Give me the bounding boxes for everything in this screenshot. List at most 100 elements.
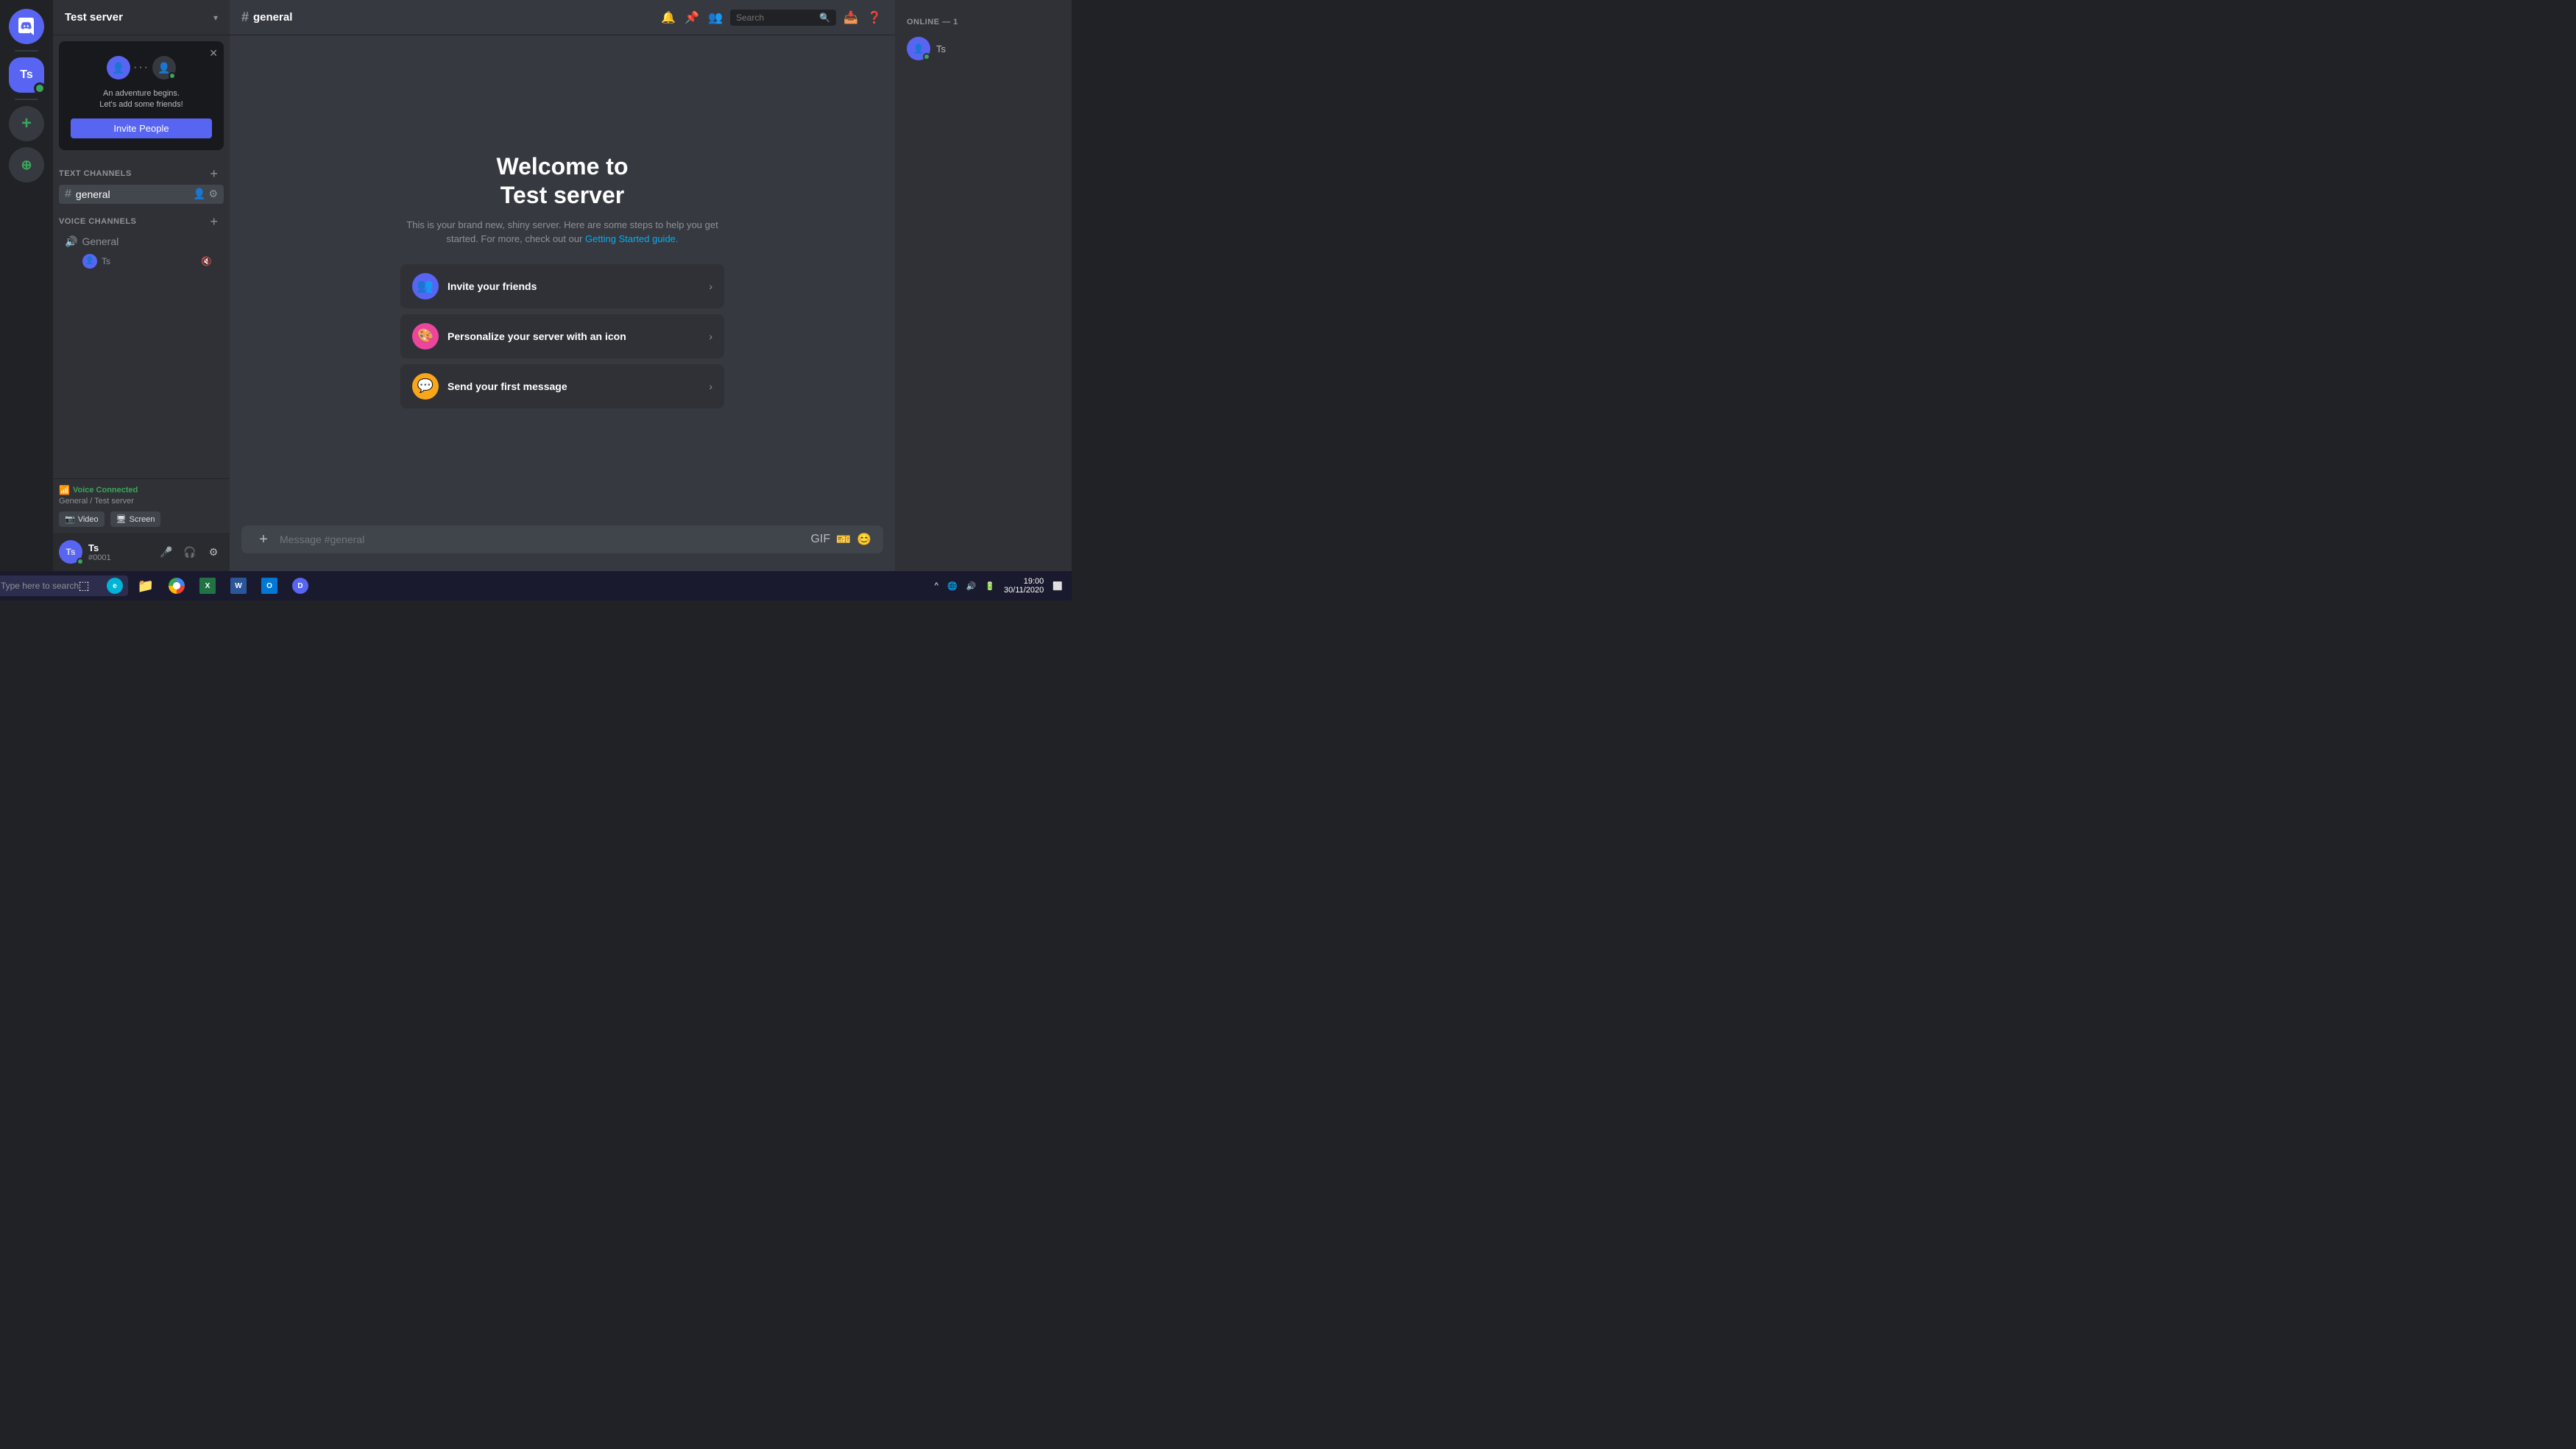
- voice-channels-header[interactable]: VOICE CHANNELS +: [53, 210, 230, 233]
- outlook-icon: O: [261, 578, 277, 594]
- send-message-icon: 💬: [412, 373, 439, 400]
- tray-battery[interactable]: 🔋: [982, 581, 998, 591]
- pin-icon[interactable]: 📌: [683, 9, 701, 26]
- send-message-chevron: ›: [709, 380, 712, 392]
- invite-dots: ···: [133, 61, 149, 74]
- user-info: Ts #0001: [88, 542, 150, 562]
- text-channels-header[interactable]: TEXT CHANNELS +: [53, 162, 230, 185]
- screen-icon: 🖥: [116, 514, 127, 524]
- search-box[interactable]: 🔍: [730, 10, 836, 26]
- taskbar-word[interactable]: W: [224, 571, 253, 600]
- add-text-channel-icon[interactable]: +: [210, 166, 218, 182]
- welcome-container: Welcome to Test server This is your bran…: [386, 138, 739, 423]
- taskbar-edge[interactable]: e: [100, 571, 130, 600]
- voice-connected-channel: General / Test server: [59, 497, 224, 506]
- voice-user-avatar: 👤: [82, 254, 97, 269]
- personalize-text: Personalize your server with an icon: [447, 330, 700, 342]
- user-avatar: Ts: [59, 540, 82, 564]
- voice-channels-label: VOICE CHANNELS: [59, 217, 136, 226]
- screen-button[interactable]: 🖥 Screen: [110, 511, 161, 527]
- sticker-icon[interactable]: 🎫: [836, 532, 851, 547]
- taskbar-excel[interactable]: X: [193, 571, 222, 600]
- user-bar: Ts Ts #0001 🎤 🎧 ⚙: [53, 533, 230, 571]
- taskbar-chrome[interactable]: [162, 571, 191, 600]
- video-icon: 📷: [65, 514, 75, 524]
- invite-popup-icons: 👤 ··· 👤: [71, 53, 212, 82]
- text-channels-section: TEXT CHANNELS + # general 👤 ⚙: [53, 162, 230, 204]
- invite-icon-1: 👤: [107, 56, 130, 79]
- notification-badge: [34, 82, 46, 94]
- voice-channel-row[interactable]: 🔊 General: [65, 233, 218, 251]
- mute-button[interactable]: 🎤: [156, 542, 177, 562]
- emoji-icon[interactable]: 😊: [857, 532, 871, 547]
- hashtag-header-icon: #: [241, 10, 249, 25]
- server-icon-test[interactable]: Ts: [9, 57, 44, 93]
- channel-item-general[interactable]: # general 👤 ⚙: [59, 185, 224, 204]
- tray-volume[interactable]: 🔊: [963, 581, 980, 591]
- taskbar-clock[interactable]: 19:00 30/11/2020: [998, 577, 1050, 595]
- message-input-box: + GIF 🎫 😊: [241, 525, 883, 553]
- taskbar-outlook[interactable]: O: [255, 571, 284, 600]
- taskbar-file-explorer[interactable]: 📁: [131, 571, 160, 600]
- channel-header-name: general: [253, 11, 292, 24]
- tray-network[interactable]: 🌐: [944, 581, 960, 591]
- server-dropdown-icon: ▾: [213, 13, 218, 23]
- send-message-action[interactable]: 💬 Send your first message ›: [400, 364, 724, 408]
- video-button[interactable]: 📷 Video: [59, 511, 105, 527]
- channel-sidebar: Test server ▾ ✕ 👤 ··· 👤 An adven: [53, 0, 230, 571]
- add-attachment-button[interactable]: +: [253, 529, 274, 550]
- welcome-title: Welcome to Test server: [400, 152, 724, 209]
- voice-user-avatar-icon: 👤: [85, 257, 94, 265]
- add-voice-channel-icon[interactable]: +: [210, 214, 218, 230]
- send-message-label: Send your first message: [447, 380, 700, 392]
- voice-channel-name: General: [82, 235, 118, 247]
- send-message-text: Send your first message: [447, 380, 700, 392]
- right-sidebar: ONLINE — 1 👤 Ts: [895, 0, 1072, 571]
- hashtag-icon: #: [65, 188, 71, 201]
- mute-icon: 🔇: [201, 256, 212, 266]
- settings-icon[interactable]: ⚙: [208, 188, 218, 200]
- tray-chevron[interactable]: ^: [932, 581, 941, 590]
- invite-icon-2: 👤: [152, 56, 176, 79]
- server-separator: [15, 50, 38, 52]
- gif-icon[interactable]: GIF: [810, 533, 830, 546]
- discord-home-button[interactable]: [9, 9, 44, 44]
- invite-friends-action[interactable]: 👥 Invite your friends ›: [400, 264, 724, 308]
- taskbar-search-button[interactable]: 🔍 Type here to search: [38, 571, 68, 600]
- taskbar-tray: ^ 🌐 🔊 🔋: [932, 581, 998, 591]
- welcome-description: This is your brand new, shiny server. He…: [400, 218, 724, 247]
- app-container: Ts + ⊕ Test server ▾ ✕: [0, 0, 1072, 600]
- help-icon[interactable]: ❓: [866, 9, 883, 26]
- show-desktop[interactable]: ⬜: [1050, 581, 1066, 591]
- voice-user-name: Ts: [102, 256, 110, 266]
- personalize-action[interactable]: 🎨 Personalize your server with an icon ›: [400, 314, 724, 358]
- getting-started-link[interactable]: Getting Started guide.: [585, 233, 678, 244]
- bell-icon[interactable]: 🔔: [659, 9, 677, 26]
- members-icon[interactable]: 👥: [707, 9, 724, 26]
- edge-icon: e: [107, 578, 123, 594]
- add-server-button[interactable]: +: [9, 106, 44, 141]
- taskbar-discord[interactable]: D: [286, 571, 315, 600]
- server-header[interactable]: Test server ▾: [53, 0, 230, 35]
- user-settings-button[interactable]: ⚙: [203, 542, 224, 562]
- voice-channel-general: 🔊 General 👤 Ts 🔇: [59, 233, 224, 272]
- voice-connected-label: 📶 Voice Connected: [59, 485, 224, 495]
- inbox-icon[interactable]: 📥: [842, 9, 860, 26]
- add-member-icon[interactable]: 👤: [193, 188, 205, 200]
- taskbar-task-view[interactable]: ⬚: [69, 571, 99, 600]
- search-icon: 🔍: [819, 13, 830, 23]
- invite-people-button[interactable]: Invite People: [71, 118, 212, 138]
- server-icon-label: Ts: [20, 68, 32, 82]
- channels-container: TEXT CHANNELS + # general 👤 ⚙: [53, 156, 230, 478]
- deafen-button[interactable]: 🎧: [180, 542, 200, 562]
- search-input[interactable]: [736, 13, 816, 23]
- excel-icon: X: [199, 578, 216, 594]
- taskbar-search-placeholder: Type here to search: [1, 581, 79, 591]
- discord-taskbar-icon: D: [292, 578, 308, 594]
- online-user[interactable]: 👤 Ts: [901, 32, 1066, 65]
- message-input[interactable]: [280, 525, 804, 553]
- signal-icon: 📶: [59, 485, 70, 495]
- explore-button[interactable]: ⊕: [9, 147, 44, 183]
- taskbar-date: 30/11/2020: [1004, 586, 1044, 595]
- channel-name-general: general: [76, 188, 193, 200]
